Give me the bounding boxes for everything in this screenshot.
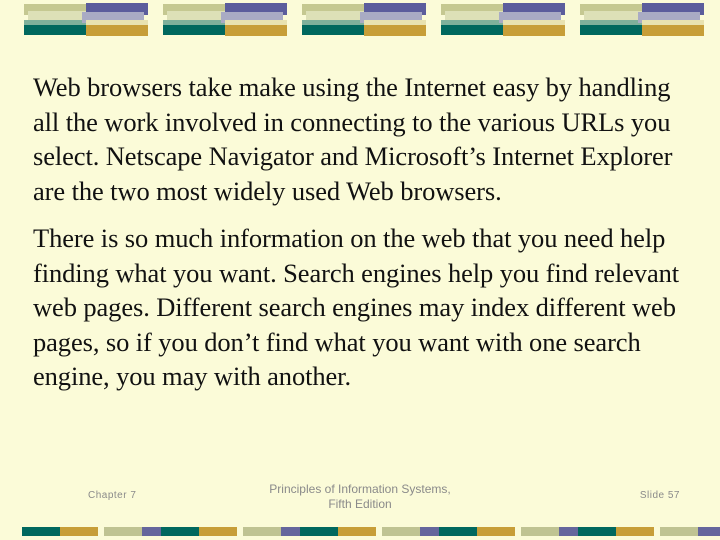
deco-block-teal xyxy=(300,527,338,536)
top-decorative-unit xyxy=(296,0,431,36)
bottom-decorative-unit xyxy=(439,527,597,536)
deco-bar-gold xyxy=(503,25,565,36)
bottom-decorative-unit xyxy=(22,527,180,536)
footer-book-title-line1: Principles of Information Systems, xyxy=(269,482,451,496)
deco-bar-teal xyxy=(580,25,642,35)
top-decorative-unit xyxy=(574,0,709,36)
deco-block-gold xyxy=(338,527,376,536)
bottom-decorative-band xyxy=(0,526,720,540)
deco-block-sage xyxy=(104,527,142,536)
body-paragraph-2: There is so much information on the web … xyxy=(33,223,680,391)
deco-bar-gold xyxy=(642,25,704,36)
deco-block-teal xyxy=(22,527,60,536)
deco-bar-gold xyxy=(225,25,287,36)
deco-block-teal xyxy=(161,527,199,536)
slide-body: Web browsers take make using the Interne… xyxy=(33,70,689,407)
bottom-decorative-unit xyxy=(300,527,458,536)
deco-block-sage xyxy=(243,527,281,536)
slide-canvas: Web browsers take make using the Interne… xyxy=(0,0,720,540)
slide-footer: Chapter 7 Principles of Information Syst… xyxy=(0,482,720,518)
footer-slide-number: Slide 57 xyxy=(639,490,680,501)
deco-block-sage xyxy=(382,527,420,536)
deco-bar-teal xyxy=(302,25,364,35)
deco-block-gold xyxy=(616,527,654,536)
deco-block-teal xyxy=(439,527,477,536)
deco-block-gold xyxy=(199,527,237,536)
deco-block-gold xyxy=(477,527,515,536)
footer-book-title: Principles of Information Systems, Fifth… xyxy=(0,482,720,512)
deco-bar-teal xyxy=(163,25,225,35)
deco-block-sage xyxy=(660,527,698,536)
deco-bar-gold xyxy=(86,25,148,36)
bottom-decorative-unit xyxy=(578,527,720,536)
footer-book-title-line2: Fifth Edition xyxy=(328,497,392,511)
top-decorative-unit xyxy=(157,0,292,36)
top-decorative-unit xyxy=(18,0,153,36)
bottom-decorative-unit xyxy=(161,527,319,536)
deco-bar-teal xyxy=(24,25,86,35)
top-decorative-band xyxy=(0,0,720,40)
body-paragraph-1: Web browsers take make using the Interne… xyxy=(33,72,673,206)
deco-block-sage xyxy=(521,527,559,536)
deco-block-gold xyxy=(60,527,98,536)
deco-block-teal xyxy=(578,527,616,536)
deco-bar-teal xyxy=(441,25,503,35)
top-decorative-unit xyxy=(435,0,570,36)
deco-bar-gold xyxy=(364,25,426,36)
deco-block-purple xyxy=(698,527,720,536)
